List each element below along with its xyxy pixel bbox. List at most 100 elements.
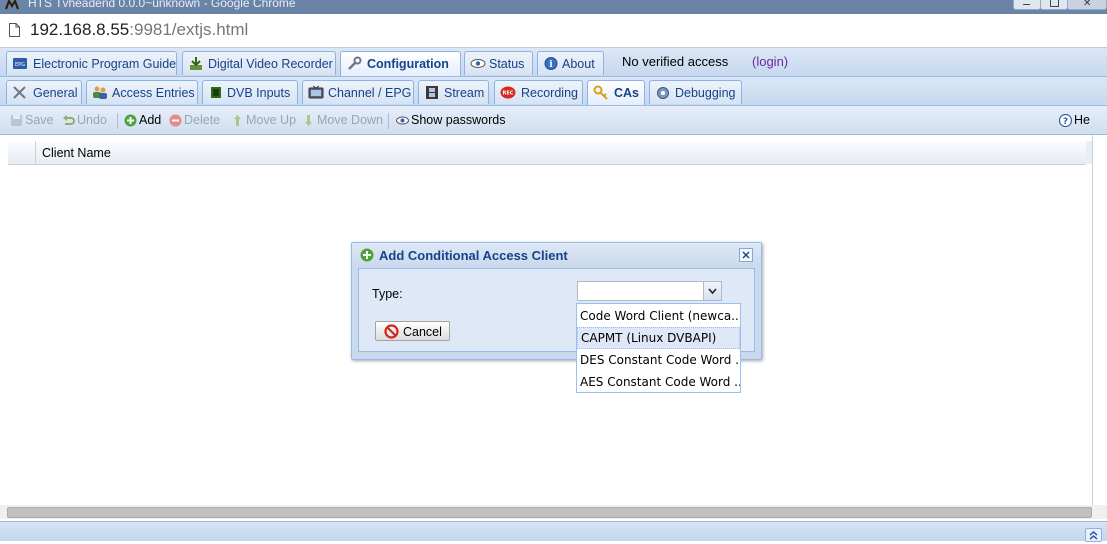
svg-text:?: ? xyxy=(1063,117,1068,127)
grid-header-scroll-spacer xyxy=(1086,141,1092,164)
config-tab-strip: General Access Entries DVB Inputs Channe… xyxy=(0,77,1107,106)
move-up-button[interactable]: Move Up xyxy=(231,113,296,129)
tab-debugging[interactable]: Debugging xyxy=(649,80,742,104)
tab-label: Recording xyxy=(521,86,578,100)
toolbar-separator xyxy=(117,113,118,129)
delete-icon xyxy=(169,114,182,127)
window-title-bar: HTS Tvheadend 0.0.0~unknown - Google Chr… xyxy=(0,0,1107,14)
cancel-button[interactable]: Cancel xyxy=(375,321,450,341)
tab-cas[interactable]: CAs xyxy=(587,80,645,105)
move-down-button[interactable]: Move Down xyxy=(302,113,383,129)
tools-icon xyxy=(13,86,26,99)
tab-general[interactable]: General xyxy=(6,80,82,104)
tab-label: CAs xyxy=(614,86,640,100)
tab-stream[interactable]: Stream xyxy=(418,80,489,104)
epg-icon: EPG xyxy=(13,58,27,69)
combo-trigger[interactable] xyxy=(703,282,721,300)
tab-label: Configuration xyxy=(367,57,449,71)
bug-icon xyxy=(657,87,669,99)
tab-label: Digital Video Recorder xyxy=(208,57,333,71)
close-window-button[interactable]: ✕ xyxy=(1067,0,1107,10)
scrollbar-thumb[interactable] xyxy=(7,507,1092,518)
page-icon xyxy=(9,23,20,37)
tab-about[interactable]: i About xyxy=(537,51,604,75)
tab-label: General xyxy=(33,86,78,100)
delete-button[interactable]: Delete xyxy=(169,113,224,129)
eye-icon xyxy=(470,59,486,68)
access-status-text: No verified access xyxy=(622,54,729,69)
tab-channel-epg[interactable]: Channel / EPG xyxy=(302,80,414,104)
tab-access-entries[interactable]: Access Entries xyxy=(86,80,198,104)
tab-recording[interactable]: REC Recording xyxy=(494,80,583,104)
type-combobox[interactable] xyxy=(577,281,722,301)
dropdown-option[interactable]: AES Constant Code Word ... xyxy=(577,371,740,393)
tab-label: Stream xyxy=(444,86,485,100)
bottom-panel xyxy=(0,521,1107,541)
address-bar[interactable]: 192.168.8.55:9981/extjs.html xyxy=(0,14,1107,48)
grid-toolbar: Save Undo Add Delete Move Up Move Down S… xyxy=(0,106,1107,135)
tab-dvb-inputs[interactable]: DVB Inputs xyxy=(202,80,298,104)
add-icon xyxy=(124,114,137,127)
film-icon xyxy=(426,86,438,99)
dialog-close-button[interactable] xyxy=(739,248,753,262)
url-host: 192.168.8.55 xyxy=(30,20,130,39)
maximize-button[interactable] xyxy=(1040,0,1068,10)
maximize-icon xyxy=(1050,0,1059,7)
tab-dvr[interactable]: Digital Video Recorder xyxy=(182,51,336,75)
dropdown-option[interactable]: CAPMT (Linux DVBAPI) xyxy=(577,327,740,349)
window-title: HTS Tvheadend 0.0.0~unknown - Google Chr… xyxy=(28,0,296,10)
undo-button[interactable]: Undo xyxy=(62,113,112,129)
toolbar-separator xyxy=(388,113,389,129)
chip-icon xyxy=(211,87,221,98)
main-tab-strip: EPG Electronic Program Guide Digital Vid… xyxy=(0,48,1107,77)
key-icon xyxy=(593,85,608,100)
tab-status[interactable]: Status xyxy=(464,51,533,75)
cancel-icon xyxy=(384,324,399,339)
svg-text:i: i xyxy=(549,60,553,70)
tab-configuration[interactable]: Configuration xyxy=(340,51,461,76)
info-icon: i xyxy=(544,57,558,70)
wrench-icon xyxy=(348,56,362,70)
help-button[interactable]: ? He xyxy=(1059,113,1107,129)
double-chevron-up-icon xyxy=(1089,531,1098,540)
horizontal-scrollbar[interactable] xyxy=(0,505,1107,519)
tab-label: Status xyxy=(489,57,525,71)
tab-label: About xyxy=(562,57,595,71)
app-logo-icon xyxy=(5,0,19,10)
type-label: Type: xyxy=(372,287,403,301)
minimize-icon xyxy=(1023,0,1030,5)
arrow-up-icon xyxy=(234,115,241,126)
rec-icon: REC xyxy=(500,86,516,99)
save-button[interactable]: Save xyxy=(10,113,56,129)
type-dropdown-list: Code Word Client (newca... CAPMT (Linux … xyxy=(576,303,741,393)
arrow-down-icon xyxy=(305,115,312,126)
row-number-header xyxy=(8,141,36,164)
download-icon xyxy=(190,57,202,70)
add-button[interactable]: Add xyxy=(124,113,164,129)
svg-text:REC: REC xyxy=(503,91,514,97)
tab-label: DVB Inputs xyxy=(227,86,291,100)
svg-text:EPG: EPG xyxy=(15,62,25,68)
grid-header: Client Name xyxy=(8,141,1086,165)
undo-icon xyxy=(63,115,75,125)
tab-label: Debugging xyxy=(675,86,736,100)
tab-label: Electronic Program Guide xyxy=(33,57,177,71)
dialog-title: Add Conditional Access Client xyxy=(379,248,568,263)
tv-icon xyxy=(308,85,324,99)
column-header-client-name[interactable]: Client Name xyxy=(42,146,111,160)
users-icon xyxy=(93,86,107,99)
show-passwords-button[interactable]: Show passwords xyxy=(396,113,511,129)
login-link[interactable]: (login) xyxy=(752,54,788,69)
dialog-header[interactable]: Add Conditional Access Client xyxy=(352,243,761,267)
help-icon: ? xyxy=(1059,114,1072,127)
url-text[interactable]: 192.168.8.55:9981/extjs.html xyxy=(30,20,248,40)
eye-icon xyxy=(396,116,409,125)
save-icon xyxy=(11,115,22,126)
tab-epg[interactable]: EPG Electronic Program Guide xyxy=(6,51,177,75)
minimize-button[interactable] xyxy=(1013,0,1041,10)
dropdown-option[interactable]: DES Constant Code Word ... xyxy=(577,349,740,371)
dropdown-option[interactable]: Code Word Client (newca... xyxy=(577,305,740,327)
close-icon xyxy=(742,251,750,259)
tab-label: Access Entries xyxy=(112,86,195,100)
close-icon: ✕ xyxy=(1083,0,1092,9)
